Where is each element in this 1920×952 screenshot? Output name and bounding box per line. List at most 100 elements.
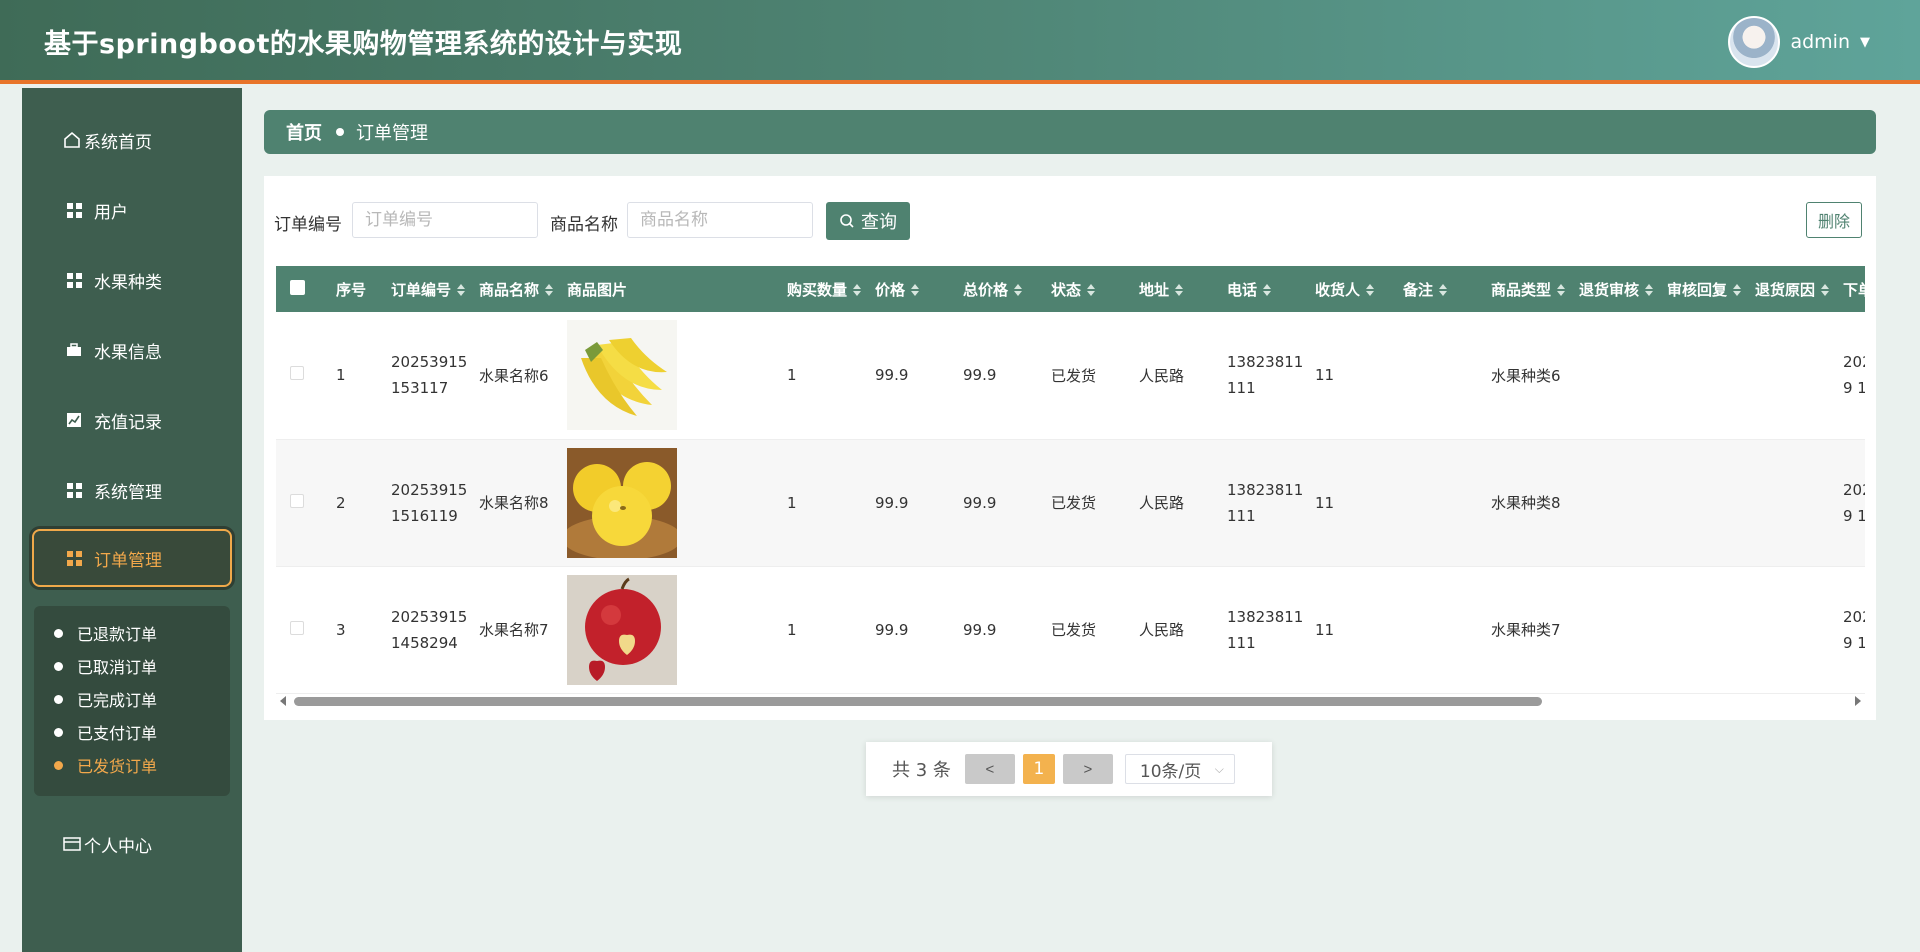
cell-address: 人民路 [1139,366,1185,385]
sidebar-item-label: 充值记录 [94,412,162,433]
product-name-label: 商品名称 [550,215,618,235]
scroll-right-icon[interactable] [1855,696,1861,706]
sort-icon[interactable] [853,284,862,296]
col-product-image: 商品图片 [567,280,628,299]
top-header: 基于springboot的水果购物管理系统的设计与实现 admin ▼ [0,0,1920,84]
submenu-item-paid[interactable]: 已支付订单 [54,719,157,745]
col-label: 购买数量 [787,280,848,299]
submenu-item-completed[interactable]: 已完成订单 [54,686,157,712]
prev-page-button[interactable]: < [964,754,1015,784]
sort-icon[interactable] [457,284,466,296]
col-review-reply[interactable]: 审核回复 [1659,266,1747,312]
col-qty[interactable]: 购买数量 [779,266,867,312]
row-checkbox-cell[interactable] [276,312,328,439]
cell-status: 已发货 [1051,494,1097,512]
sidebar-item-fruit-info[interactable]: 水果信息 [32,321,232,379]
sidebar-item-orders[interactable]: 订单管理 [32,529,232,587]
sidebar-item-recharge[interactable]: 充值记录 [32,391,232,449]
page-number-current[interactable]: 1 [1022,754,1055,784]
cell-order-time: 202 9 1 [1843,353,1865,398]
sidebar-item-label: 系统管理 [94,482,162,503]
checkbox[interactable] [290,366,304,381]
table-header-row: 序号 订单编号 商品名称 商品图片 购买数量 价格 总价格 状态 地址 电话 收… [276,266,1865,312]
sidebar-item-users[interactable]: 用户 [32,181,232,239]
col-total[interactable]: 总价格 [955,266,1043,312]
table-row[interactable]: 3 202539151458294 水果名称7 1 99.9 99.9 已发货 … [276,566,1865,693]
table-row[interactable]: 2 202539151516119 水果名称8 1 99.9 99.9 已发货 … [276,439,1865,566]
checkbox[interactable] [290,620,304,635]
submenu-item-shipped[interactable]: 已发货订单 [54,752,157,778]
col-label: 总价格 [963,280,1009,299]
col-phone[interactable]: 电话 [1219,266,1307,312]
submenu-item-label: 已完成订单 [77,691,158,710]
col-status[interactable]: 状态 [1043,266,1131,312]
checkbox[interactable] [290,279,305,295]
sort-icon[interactable] [1645,284,1654,296]
cell-total: 99.9 [963,366,997,385]
col-return-review[interactable]: 退货审核 [1571,266,1659,312]
table-row[interactable]: 1 20253915153117 水果名称6 1 99.9 99.9 已发货 人… [276,312,1865,439]
cell-receiver: 11 [1315,366,1335,385]
delete-button[interactable]: 删除 [1806,202,1862,238]
sidebar-item-home[interactable]: 系统首页 [32,111,232,169]
col-order-no[interactable]: 订单编号 [383,266,471,312]
sort-icon[interactable] [1087,284,1096,296]
cell-receiver: 11 [1315,493,1335,512]
sort-icon[interactable] [1557,284,1566,296]
sidebar-item-fruit-category[interactable]: 水果种类 [32,251,232,309]
col-address[interactable]: 地址 [1131,266,1219,312]
col-price[interactable]: 价格 [867,266,955,312]
sort-icon[interactable] [1439,284,1448,296]
col-category[interactable]: 商品类型 [1483,266,1571,312]
sidebar-item-profile[interactable]: 个人中心 [32,815,232,873]
sort-icon[interactable] [1821,284,1830,296]
user-menu[interactable]: admin ▼ [1728,16,1870,68]
scrollbar-thumb[interactable] [294,697,1542,706]
user-name[interactable]: admin [1790,31,1850,53]
query-button[interactable]: 查询 [826,202,910,240]
submenu-item-cancelled[interactable]: 已取消订单 [54,653,157,679]
cell-order-no: 202539151458294 [391,607,468,652]
card-icon [62,834,82,854]
search-icon [840,214,854,228]
col-receiver[interactable]: 收货人 [1307,266,1395,312]
red-apple-image [567,574,677,685]
sidebar-item-system[interactable]: 系统管理 [32,461,232,519]
sort-icon[interactable] [1263,284,1272,296]
horizontal-scrollbar[interactable] [276,692,1865,712]
col-remark[interactable]: 备注 [1395,266,1483,312]
page-size-select[interactable]: 10条/页 ⌵ [1124,754,1235,784]
submenu-item-label: 已退款订单 [77,625,158,644]
sort-icon[interactable] [1733,284,1742,296]
select-all-checkbox[interactable] [276,266,328,312]
submenu-item-refunded[interactable]: 已退款订单 [54,620,157,646]
sort-icon[interactable] [545,284,554,296]
bullet-icon [54,760,63,770]
cell-address: 人民路 [1139,494,1185,512]
next-page-button[interactable]: > [1062,754,1113,784]
col-label: 状态 [1051,280,1082,299]
row-checkbox-cell[interactable] [276,566,328,693]
col-return-reason[interactable]: 退货原因 [1747,266,1835,312]
orders-table: 序号 订单编号 商品名称 商品图片 购买数量 价格 总价格 状态 地址 电话 收… [276,266,1865,694]
cell-total: 99.9 [963,620,997,639]
checkbox[interactable] [290,493,304,508]
avatar[interactable] [1728,16,1781,68]
cell-return-reason [1747,312,1835,439]
sort-icon[interactable] [1014,284,1023,296]
row-checkbox-cell[interactable] [276,439,328,566]
scroll-left-icon[interactable] [280,696,286,706]
col-product-name[interactable]: 商品名称 [471,266,559,312]
page-size-value: 10条/页 [1139,761,1202,782]
cell-remark [1395,566,1483,693]
sort-icon[interactable] [1366,284,1375,296]
cell-index: 1 [336,366,346,385]
caret-down-icon[interactable]: ▼ [1860,35,1870,50]
product-name-input[interactable] [627,202,813,238]
cell-return-review [1571,439,1659,566]
order-no-input[interactable] [352,202,538,238]
col-label: 商品名称 [479,280,540,299]
breadcrumb-home[interactable]: 首页 [286,119,322,145]
sort-icon[interactable] [911,284,920,296]
sort-icon[interactable] [1175,284,1184,296]
